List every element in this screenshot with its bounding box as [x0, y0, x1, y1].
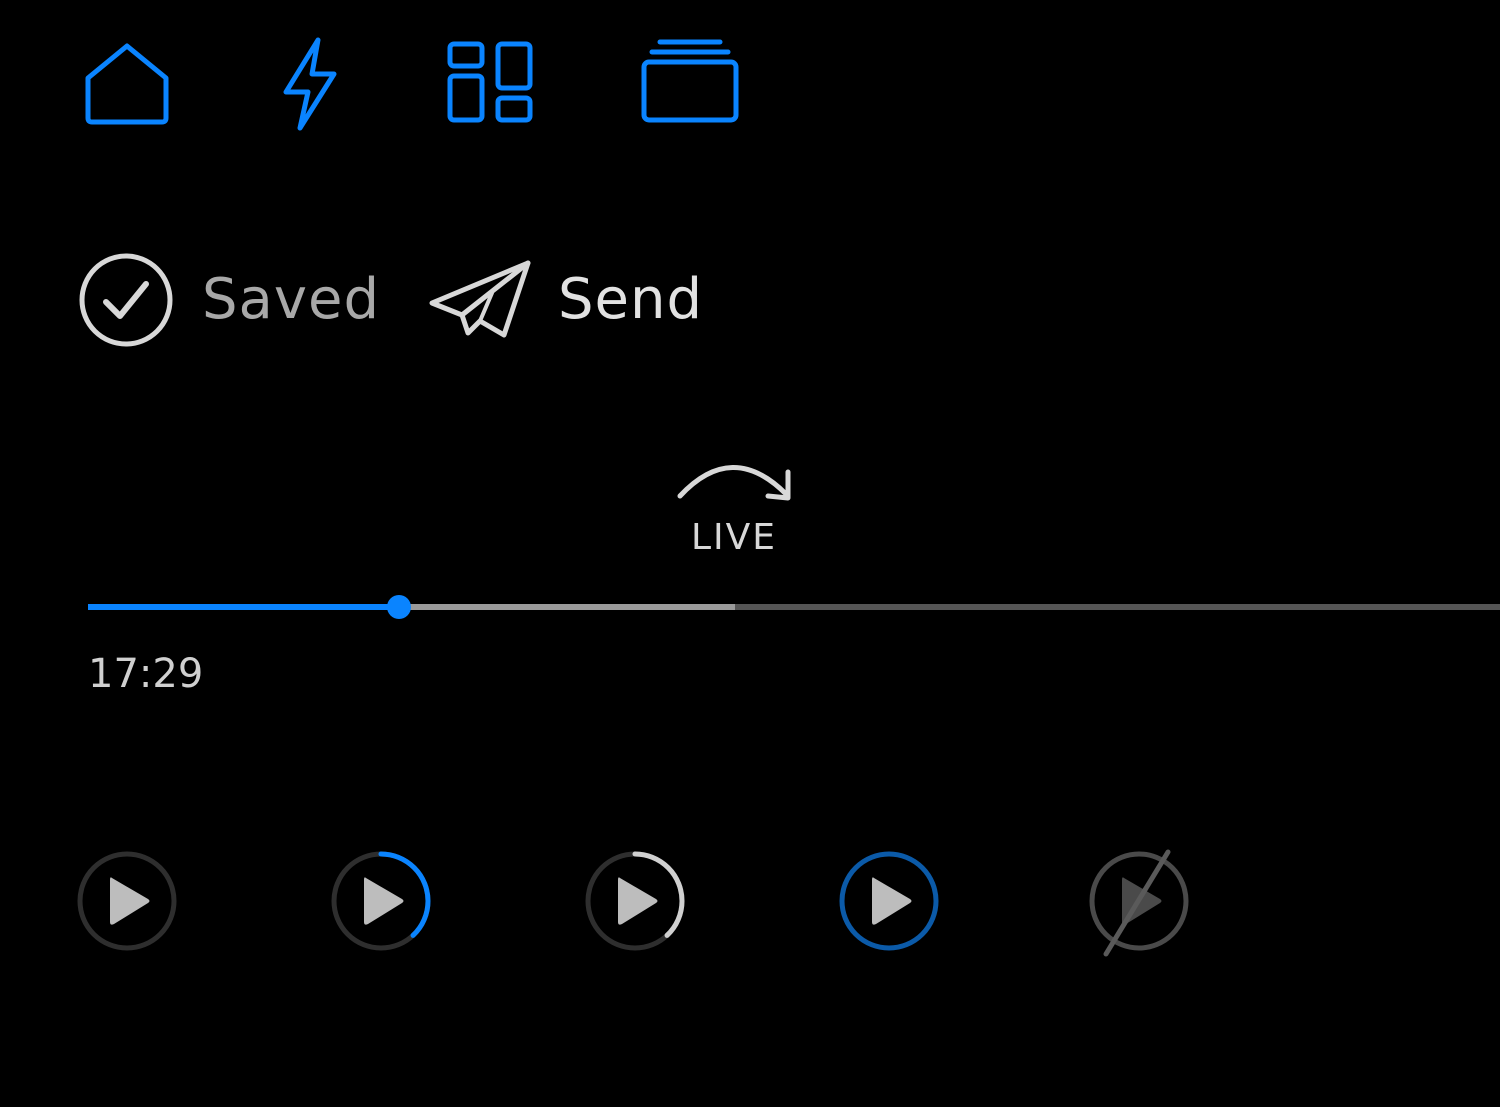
timeline-scrubber[interactable]	[88, 590, 1500, 624]
dashboard-grid-icon[interactable]	[446, 36, 536, 126]
play-button-idle[interactable]	[76, 850, 178, 952]
play-button-progress-gray[interactable]	[584, 850, 686, 952]
play-button-disabled	[1088, 849, 1190, 957]
current-time: 17:29	[88, 651, 204, 697]
checkmark-circle-icon	[79, 253, 173, 347]
play-button-progress-blue[interactable]	[330, 850, 432, 952]
timeline-played	[88, 604, 399, 610]
stacked-cards-icon[interactable]	[640, 36, 740, 126]
send-label: Send	[558, 267, 704, 332]
lightning-icon[interactable]	[278, 36, 340, 132]
curved-arrow-right-icon	[677, 465, 791, 501]
paper-plane-icon	[429, 260, 531, 338]
live-label: LIVE	[690, 517, 778, 558]
send-button[interactable]: Send	[428, 252, 703, 348]
saved-label: Saved	[202, 267, 381, 332]
scrubber-handle[interactable]	[386, 595, 411, 619]
live-button[interactable]: LIVE	[668, 458, 800, 562]
saved-button[interactable]: Saved	[78, 252, 380, 348]
home-icon[interactable]	[84, 36, 170, 126]
play-button-active[interactable]	[838, 850, 940, 952]
